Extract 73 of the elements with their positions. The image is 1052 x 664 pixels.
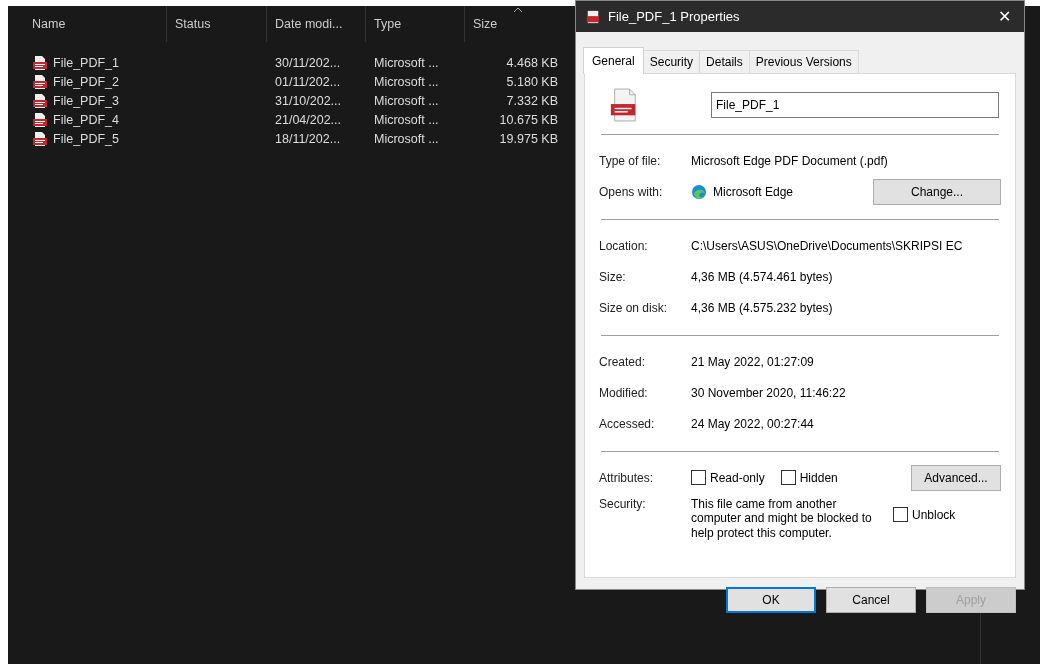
file-row[interactable]: File_PDF_3 31/10/202... Microsoft ... 7.332 KB (8, 91, 566, 110)
security-message: This file came from another computer and might be blocked to help protect this computer. (691, 497, 873, 541)
file-row[interactable]: File_PDF_2 01/11/202... Microsoft ... 5.180 KB (8, 72, 566, 91)
checkbox-label: Hidden (799, 470, 838, 485)
change-button[interactable]: Change... (873, 178, 1001, 205)
type-cell: Microsoft ... (374, 55, 439, 70)
size-cell: 4.468 KB (506, 55, 558, 70)
field-label: Size: (599, 269, 627, 284)
type-cell: Microsoft ... (374, 74, 439, 89)
file-row[interactable]: File_PDF_1 30/11/202... Microsoft ... 4.468 KB (8, 53, 566, 72)
column-header[interactable]: Name (8, 6, 167, 42)
app-name: Microsoft Edge (713, 184, 794, 199)
size-cell: 19.975 KB (499, 131, 558, 146)
sort-caret-icon (513, 7, 523, 13)
advanced-button[interactable]: Advanced... (911, 464, 1001, 491)
column-header[interactable]: Size (465, 6, 566, 42)
field-value: C:\Users\ASUS\OneDrive\Documents\SKRIPSI EC (691, 238, 964, 253)
pdf-file-icon (32, 54, 48, 71)
date-cell: 21/04/202... (275, 112, 342, 127)
column-header[interactable]: Date modi... (267, 6, 366, 42)
type-cell: Microsoft ... (374, 131, 439, 146)
window-title: File_PDF_1 Properties (608, 9, 741, 24)
checkbox[interactable] (691, 470, 706, 485)
field-label: Accessed: (599, 416, 656, 431)
field-value: 21 May 2022, 01:27:09 (691, 354, 815, 369)
app-logo-icon (691, 183, 707, 200)
field-value: 4,36 MB (4.574.461 bytes) (691, 269, 834, 284)
date-cell: 30/11/202... (275, 55, 341, 70)
field-label: Created: (599, 354, 647, 369)
field-label: Attributes: (599, 470, 655, 485)
file-row[interactable]: File_PDF_5 18/11/202... Microsoft ... 19.975 KB (8, 129, 566, 148)
pdf-file-icon (32, 130, 48, 147)
size-cell: 5.180 KB (506, 74, 558, 89)
tab[interactable]: General (583, 47, 644, 74)
type-cell: Microsoft ... (374, 112, 439, 127)
field-label: Opens with: (599, 184, 664, 199)
field-value: 24 May 2022, 00:27:44 (691, 416, 815, 431)
date-cell: 18/11/202... (275, 131, 341, 146)
size-cell: 10.675 KB (499, 112, 558, 127)
file-name: File_PDF_2 (53, 74, 119, 89)
column-header[interactable]: Status (167, 6, 267, 42)
field-label: Size on disk: (599, 300, 669, 315)
pdf-file-icon (32, 92, 48, 109)
checkbox[interactable] (780, 470, 796, 485)
checkbox[interactable] (893, 507, 908, 522)
checkbox-label: Read-only (710, 470, 765, 485)
dialog-button[interactable]: Cancel (826, 587, 916, 613)
pdf-file-icon (32, 73, 48, 90)
field-label: Type of file: (599, 153, 662, 168)
field-value: 30 November 2020, 11:46:22 (691, 385, 847, 400)
dialog-button[interactable]: OK (726, 587, 816, 613)
file-name-field[interactable]: File_PDF_1 (711, 92, 999, 118)
size-cell: 7.332 KB (506, 93, 558, 108)
file-name: File_PDF_1 (53, 55, 119, 70)
pdf-file-icon (586, 9, 600, 24)
checkbox-label: Unblock (912, 507, 956, 522)
field-value: Microsoft Edge PDF Document (.pdf) (691, 153, 889, 168)
close-button[interactable]: ✕ (984, 7, 1024, 26)
file-row[interactable]: File_PDF_4 21/04/202... Microsoft ... 10.675 KB (8, 110, 566, 129)
file-name: File_PDF_5 (53, 131, 119, 146)
date-cell: 31/10/202... (275, 93, 342, 108)
pdf-file-icon (609, 88, 639, 122)
column-header[interactable]: Type (366, 6, 465, 42)
field-label: Security: (599, 497, 647, 511)
tab[interactable]: Previous Versions (748, 50, 859, 73)
field-label: Location: (599, 238, 649, 253)
field-value: 4,36 MB (4.575.232 bytes) (691, 300, 834, 315)
file-name: File_PDF_3 (53, 93, 119, 108)
pdf-file-icon (32, 111, 48, 128)
file-name: File_PDF_4 (53, 112, 119, 127)
date-cell: 01/11/202... (275, 74, 341, 89)
type-cell: Microsoft ... (374, 93, 439, 108)
field-label: Modified: (599, 385, 649, 400)
